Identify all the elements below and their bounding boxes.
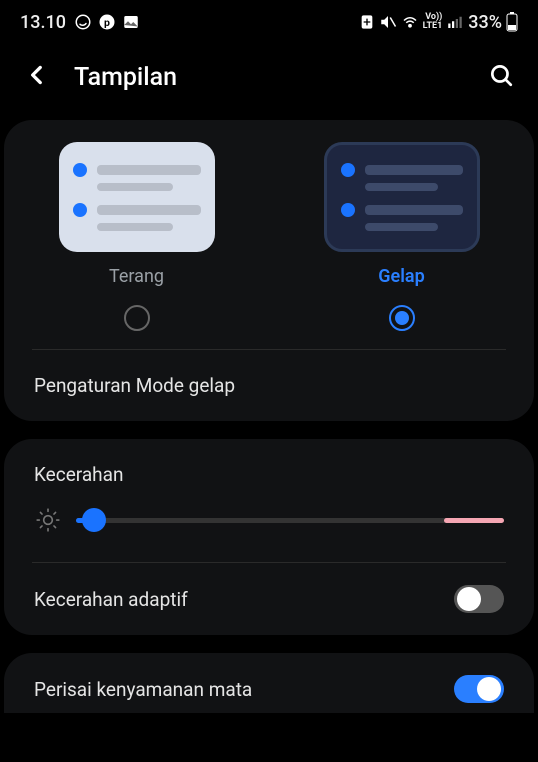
eye-comfort-label: Perisai kenyamanan mata: [34, 678, 252, 701]
mode-option-light[interactable]: Terang: [4, 142, 269, 349]
eye-comfort-card: Perisai kenyamanan mata: [4, 653, 534, 713]
mute-icon: [379, 13, 397, 31]
mode-option-dark[interactable]: Gelap: [269, 142, 534, 349]
whatsapp-icon: [74, 13, 92, 31]
mode-selector: Terang Gelap: [4, 120, 534, 349]
wifi-icon: [401, 13, 419, 31]
theme-card: Terang Gelap Pengaturan Mode gelap: [4, 120, 534, 421]
slider-thumb[interactable]: [82, 508, 106, 532]
signal-icon: [446, 13, 464, 31]
back-button[interactable]: [24, 62, 50, 92]
page-title: Tampilan: [74, 63, 177, 92]
battery-percent: 33%: [468, 12, 502, 33]
status-right: Vo)) LTE1 33%: [359, 12, 518, 33]
battery-icon: [506, 12, 518, 32]
radio-dark[interactable]: [389, 305, 415, 331]
svg-text:p: p: [104, 16, 110, 29]
status-bar: 13.10 p Vo)) LTE1 33%: [0, 0, 538, 44]
adaptive-brightness-row[interactable]: Kecerahan adaptif: [4, 563, 534, 635]
brightness-slider-row: [4, 492, 534, 562]
dark-preview-icon: [324, 142, 480, 252]
volte-indicator: Vo)) LTE1: [423, 13, 443, 31]
mode-label-light: Terang: [109, 266, 164, 287]
status-left: 13.10 p: [20, 12, 140, 33]
sun-icon: [34, 506, 62, 534]
eye-comfort-toggle[interactable]: [454, 675, 504, 703]
light-preview-icon: [59, 142, 215, 252]
brightness-slider[interactable]: [76, 508, 504, 532]
dark-mode-settings-row[interactable]: Pengaturan Mode gelap: [4, 350, 534, 421]
brightness-card: Kecerahan Kecerahan adaptif: [4, 439, 534, 635]
status-time: 13.10: [20, 12, 66, 33]
eye-comfort-row[interactable]: Perisai kenyamanan mata: [4, 653, 534, 713]
brightness-title: Kecerahan: [4, 439, 534, 492]
mode-label-dark: Gelap: [378, 266, 424, 287]
pinterest-icon: p: [98, 13, 116, 31]
radio-light[interactable]: [124, 305, 150, 331]
data-saver-icon: [359, 14, 375, 30]
search-button[interactable]: [488, 62, 514, 92]
dark-mode-settings-label: Pengaturan Mode gelap: [34, 374, 235, 397]
adaptive-brightness-label: Kecerahan adaptif: [34, 588, 188, 611]
adaptive-brightness-toggle[interactable]: [454, 585, 504, 613]
gallery-icon: [122, 13, 140, 31]
header: Tampilan: [0, 44, 538, 120]
